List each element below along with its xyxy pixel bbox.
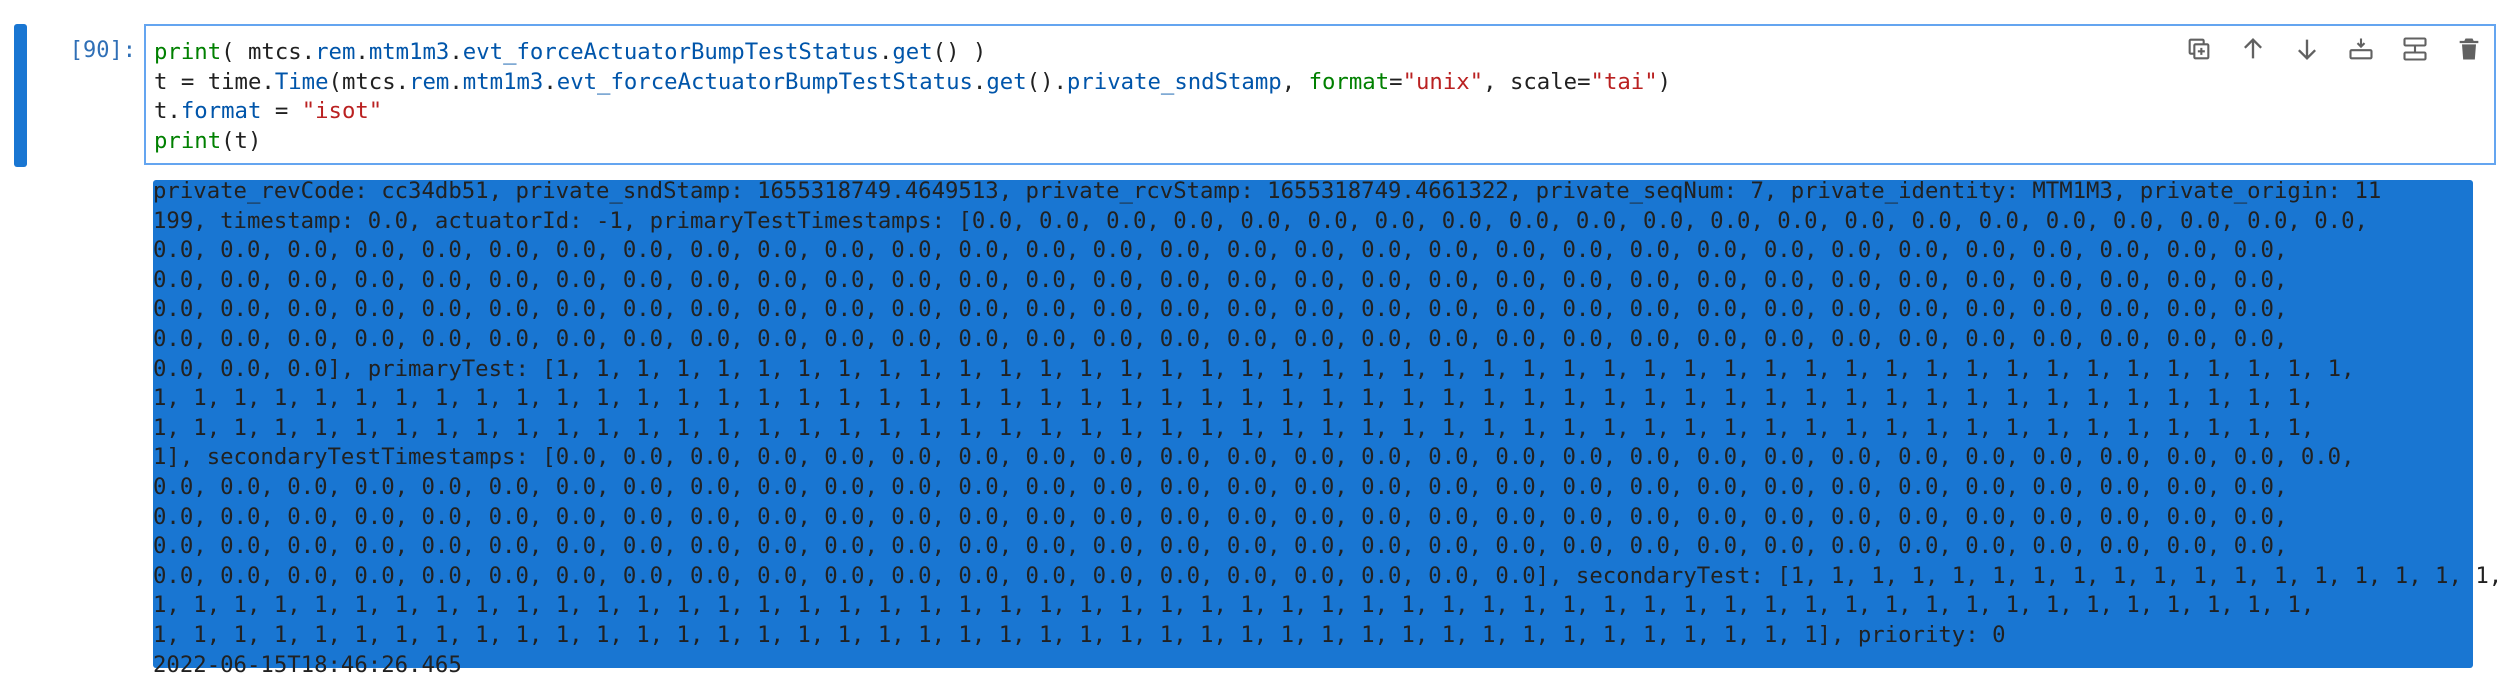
output-line: 0.0, 0.0, 0.0], primaryTest: [1, 1, 1, 1… (153, 355, 2355, 382)
code-token: print (154, 127, 222, 154)
code-token: private_sndStamp (1066, 68, 1282, 95)
code-token: = (1389, 68, 1403, 95)
output-line: 199, timestamp: 0.0, actuatorId: -1, pri… (153, 207, 2368, 234)
output-line: 1, 1, 1, 1, 1, 1, 1, 1, 1, 1, 1, 1, 1, 1… (153, 621, 2006, 648)
code-token: get (986, 68, 1027, 95)
split-icon (2403, 37, 2427, 61)
move-cell-down-button[interactable] (2290, 32, 2324, 66)
output-line: 0.0, 0.0, 0.0, 0.0, 0.0, 0.0, 0.0, 0.0, … (153, 503, 2288, 530)
code-token: ) (1657, 68, 1672, 95)
code-token: (). (1026, 68, 1067, 95)
trash-icon (2459, 38, 2479, 60)
code-token: (t) (221, 127, 262, 154)
output-line: 0.0, 0.0, 0.0, 0.0, 0.0, 0.0, 0.0, 0.0, … (153, 533, 2288, 560)
code-token: rem (315, 39, 356, 65)
code-token: . (355, 39, 369, 65)
duplicate-icon (2188, 38, 2210, 60)
code-token: , scale= (1483, 68, 1591, 95)
output-line: 1, 1, 1, 1, 1, 1, 1, 1, 1, 1, 1, 1, 1, 1… (153, 414, 2315, 441)
code-token: (mtcs. (328, 68, 410, 95)
code-token: . (449, 39, 463, 65)
code-token: format (180, 98, 262, 124)
output-line: 1, 1, 1, 1, 1, 1, 1, 1, 1, 1, 1, 1, 1, 1… (153, 385, 2315, 412)
code-token: ( mtcs. (221, 39, 316, 65)
code-token: evt_forceActuatorBumpTestStatus (556, 68, 973, 95)
code-token: Time (274, 68, 329, 95)
code-token: t = time. (154, 68, 275, 95)
code-token: . (972, 68, 987, 95)
output-line: 1], secondaryTestTimestamps: [0.0, 0.0, … (153, 444, 2355, 471)
output-line: private_revCode: cc34db51, private_sndSt… (153, 178, 2382, 204)
code-editor[interactable]: print( mtcs.rem.mtm1m3.evt_forceActuator… (144, 24, 2496, 165)
code-line: t.format = "isot" (154, 97, 1671, 127)
code-token: , (1281, 68, 1309, 95)
split-cell-button[interactable] (2398, 32, 2432, 66)
code-token: = (261, 98, 302, 124)
delete-cell-button[interactable] (2452, 32, 2486, 66)
code-token: . (449, 68, 463, 95)
output-line: 0.0, 0.0, 0.0, 0.0, 0.0, 0.0, 0.0, 0.0, … (153, 266, 2288, 293)
input-prompt: [90]: (69, 38, 136, 63)
output-line: 0.0, 0.0, 0.0, 0.0, 0.0, 0.0, 0.0, 0.0, … (153, 473, 2288, 500)
arrow-down-icon (2298, 39, 2316, 60)
output-line: 0.0, 0.0, 0.0, 0.0, 0.0, 0.0, 0.0, 0.0, … (153, 562, 2503, 589)
output-line: 1, 1, 1, 1, 1, 1, 1, 1, 1, 1, 1, 1, 1, 1… (153, 592, 2315, 619)
insert-below-icon (2349, 38, 2373, 60)
code-token: mtm1m3 (368, 39, 450, 65)
output-line: 0.0, 0.0, 0.0, 0.0, 0.0, 0.0, 0.0, 0.0, … (153, 325, 2288, 352)
code-token: () ) (932, 39, 987, 65)
code-token: "unix" (1402, 68, 1484, 95)
code-token: . (878, 39, 893, 65)
insert-cell-below-button[interactable] (2344, 32, 2378, 66)
code-line: print(t) (154, 127, 1671, 157)
output-line: 0.0, 0.0, 0.0, 0.0, 0.0, 0.0, 0.0, 0.0, … (153, 237, 2288, 264)
arrow-up-icon (2244, 38, 2262, 59)
code-text[interactable]: print( mtcs.rem.mtm1m3.evt_forceActuator… (154, 38, 1671, 156)
code-token: . (543, 68, 557, 95)
cell-toolbar (2182, 32, 2486, 66)
code-token: "tai" (1590, 68, 1658, 95)
code-token: "isot" (301, 98, 383, 124)
code-token: format (1308, 68, 1390, 95)
input-collapser[interactable] (14, 24, 27, 167)
duplicate-cell-button[interactable] (2182, 32, 2216, 66)
code-token: t. (154, 98, 181, 124)
code-line: t = time.Time(mtcs.rem.mtm1m3.evt_forceA… (154, 68, 1671, 98)
cell-output: private_revCode: cc34db51, private_sndSt… (153, 177, 2503, 680)
move-cell-up-button[interactable] (2236, 32, 2270, 66)
code-token: evt_forceActuatorBumpTestStatus (462, 39, 879, 65)
code-token: mtm1m3 (462, 68, 544, 95)
code-line: print( mtcs.rem.mtm1m3.evt_forceActuator… (154, 38, 1671, 68)
output-line: 2022-06-15T18:46:26.465 (153, 651, 462, 678)
code-token: print (154, 39, 222, 65)
output-line: 0.0, 0.0, 0.0, 0.0, 0.0, 0.0, 0.0, 0.0, … (153, 296, 2288, 323)
code-token: get (892, 39, 933, 65)
code-token: rem (409, 68, 450, 95)
